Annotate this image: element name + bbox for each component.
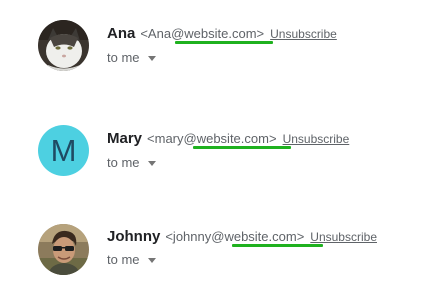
avatar-ana[interactable] <box>38 20 89 71</box>
sender-address: <johnny@website.com> <box>165 229 305 244</box>
email-header-johnny: Johnny <johnny@website.com> Unsubscribe … <box>0 222 439 282</box>
recipient-label: to me <box>107 252 140 267</box>
caret-down-icon <box>147 55 156 61</box>
sender-name: Johnny <box>107 228 161 245</box>
avatar-johnny[interactable] <box>38 224 89 275</box>
caret-down-icon <box>147 160 156 166</box>
avatar-mary[interactable]: M <box>38 125 89 176</box>
domain-highlight-underline <box>232 244 323 247</box>
recipient-label: to me <box>107 155 140 170</box>
highlighted-domain: @website.com <box>171 26 257 41</box>
email-header-ana: Ana <Ana@website.com> Unsubscribe to me <box>0 18 439 78</box>
unsubscribe-link[interactable]: Unsubscribe <box>270 27 337 41</box>
domain-highlight-underline <box>175 41 273 44</box>
highlighted-domain: @website.com <box>211 229 297 244</box>
sender-address: <mary@website.com> <box>147 131 277 146</box>
recipient-label: to me <box>107 50 140 65</box>
sender-name: Ana <box>107 25 136 42</box>
domain-highlight-underline <box>193 146 291 149</box>
highlighted-domain: @website.com <box>183 131 269 146</box>
recipient-toggle[interactable]: to me <box>107 50 156 65</box>
email-header-mary: M Mary <mary@website.com> Unsubscribe to… <box>0 124 439 184</box>
unsubscribe-link[interactable]: Unsubscribe <box>310 230 377 244</box>
caret-down-icon <box>147 257 156 263</box>
person-photo-icon <box>38 224 89 275</box>
recipient-toggle[interactable]: to me <box>107 252 156 267</box>
sender-name: Mary <box>107 130 143 147</box>
avatar-letter: M <box>50 132 77 168</box>
cat-photo-icon <box>38 20 89 71</box>
sender-address: <Ana@website.com> <box>140 26 265 41</box>
recipient-toggle[interactable]: to me <box>107 155 156 170</box>
unsubscribe-link[interactable]: Unsubscribe <box>283 132 350 146</box>
